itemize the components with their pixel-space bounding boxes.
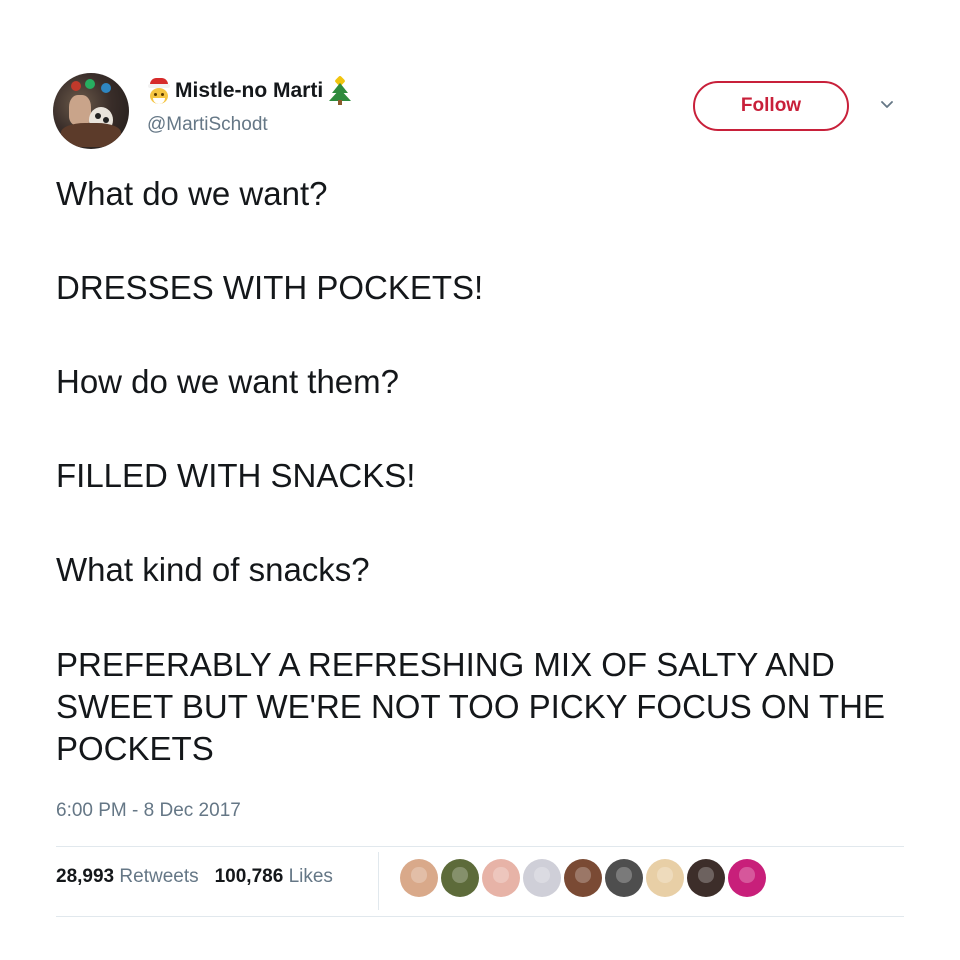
divider <box>56 846 904 847</box>
liker-avatar[interactable] <box>605 859 643 897</box>
christmas-tree-emoji-icon <box>329 75 352 105</box>
user-name-row[interactable]: Mistle-no Marti <box>147 75 352 106</box>
tweet-line: What do we want? <box>56 175 328 212</box>
tweet-stats: 28,993 Retweets 100,786 Likes <box>56 866 333 888</box>
likes-label: Likes <box>288 866 333 887</box>
tweet-line: PREFERABLY A REFRESHING MIX OF SALTY AND… <box>56 646 885 767</box>
liker-avatar[interactable] <box>687 859 725 897</box>
follow-button[interactable]: Follow <box>693 81 849 131</box>
avatar[interactable] <box>53 73 129 149</box>
display-name[interactable]: Mistle-no Marti <box>175 79 323 103</box>
tweet-line: FILLED WITH SNACKS! <box>56 457 416 494</box>
santa-emoji-icon <box>147 78 171 104</box>
tweet-timestamp[interactable]: 6:00 PM - 8 Dec 2017 <box>56 800 241 822</box>
liker-avatar[interactable] <box>564 859 602 897</box>
retweets-stat[interactable]: 28,993 Retweets <box>56 866 199 888</box>
likes-count: 100,786 <box>214 866 284 887</box>
user-handle[interactable]: @MartiSchodt <box>147 114 268 136</box>
liker-avatar[interactable] <box>728 859 766 897</box>
retweets-label: Retweets <box>119 866 199 887</box>
liker-avatar[interactable] <box>646 859 684 897</box>
tweet-card: Mistle-no Marti @MartiSchodt Follow What… <box>0 0 960 960</box>
liker-avatar[interactable] <box>482 859 520 897</box>
likes-stat[interactable]: 100,786 Likes <box>215 866 333 888</box>
tweet-line: DRESSES WITH POCKETS! <box>56 269 484 306</box>
liker-avatar[interactable] <box>400 859 438 897</box>
divider <box>56 916 904 917</box>
stats-divider <box>378 852 379 910</box>
chevron-down-icon[interactable] <box>880 98 894 112</box>
liker-avatar[interactable] <box>523 859 561 897</box>
liker-avatars <box>400 858 769 898</box>
tweet-line: What kind of snacks? <box>56 551 370 588</box>
liker-avatar[interactable] <box>441 859 479 897</box>
retweets-count: 28,993 <box>56 866 115 887</box>
tweet-line: How do we want them? <box>56 363 400 400</box>
